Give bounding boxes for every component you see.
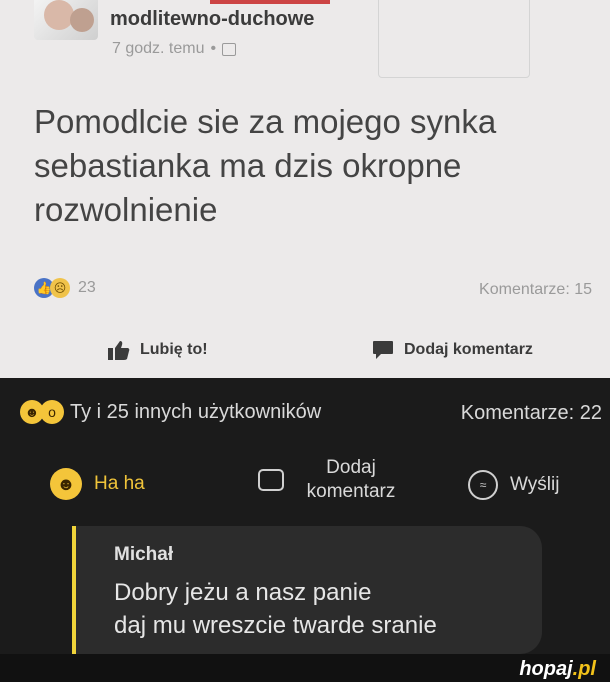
add-comment-button-dark[interactable]: Dodaj komentarz (258, 456, 406, 504)
post-text: Pomodlcie sie za mojego synka sebastiank… (34, 103, 497, 228)
post-meta: 7 godz. temu • (112, 40, 237, 58)
comments-count[interactable]: Komentarze: 22 (461, 402, 602, 425)
messenger-icon: ≈ (468, 470, 498, 500)
add-comment-line2: komentarz (306, 481, 396, 502)
like-button[interactable]: Lubię to! (108, 340, 208, 360)
like-label: Lubię to! (140, 341, 208, 358)
comment-card: Michał Dobry jeżu a nasz panie daj mu wr… (72, 526, 542, 654)
haha-emoji-icon: ☻ (50, 468, 82, 500)
avatar[interactable] (34, 0, 98, 40)
post-reactions[interactable]: 👍 ☹ 23 (34, 278, 96, 298)
haha-label: Ha ha (94, 473, 145, 494)
reaction-count: 23 (78, 279, 96, 296)
wow-emoji-icon: o (40, 400, 64, 424)
reactions-summary[interactable]: ☻ o Ty i 25 innych użytkowników (20, 400, 321, 424)
post-comments-count[interactable]: Komentarze: 15 (479, 281, 592, 299)
add-comment-label-dark: Dodaj komentarz (296, 456, 406, 504)
watermark-logo: hopaj.pl (519, 658, 596, 680)
add-comment-label: Dodaj komentarz (404, 341, 533, 358)
ghost-box (378, 0, 530, 78)
globe-icon (222, 42, 237, 56)
post-username[interactable]: modlitewno-duchowe (110, 8, 314, 31)
comment-icon (373, 341, 393, 359)
comment-line2: daj mu wreszcie twarde sranie (114, 612, 437, 639)
add-comment-button[interactable]: Dodaj komentarz (372, 340, 533, 360)
reply-section: ☻ o Ty i 25 innych użytkowników Komentar… (0, 378, 610, 682)
thumbs-up-icon (108, 341, 130, 360)
original-post: modlitewno-duchowe 7 godz. temu • Pomodl… (0, 0, 610, 378)
comment-bubble-icon (258, 469, 284, 491)
comment-author[interactable]: Michał (114, 544, 173, 566)
post-time[interactable]: 7 godz. temu (112, 40, 205, 58)
comment-body: Dobry jeżu a nasz panie daj mu wreszcie … (114, 576, 437, 642)
add-comment-line1: Dodaj (326, 457, 376, 478)
haha-button[interactable]: ☻ Ha ha (50, 468, 145, 500)
comment-line1: Dobry jeżu a nasz panie (114, 579, 372, 606)
send-button[interactable]: ≈ Wyślij (468, 470, 559, 500)
reactions-label: Ty i 25 innych użytkowników (70, 400, 322, 423)
send-label: Wyślij (510, 474, 560, 495)
header-ribbon (210, 0, 330, 4)
sad-reaction-icon: ☹ (50, 278, 70, 298)
